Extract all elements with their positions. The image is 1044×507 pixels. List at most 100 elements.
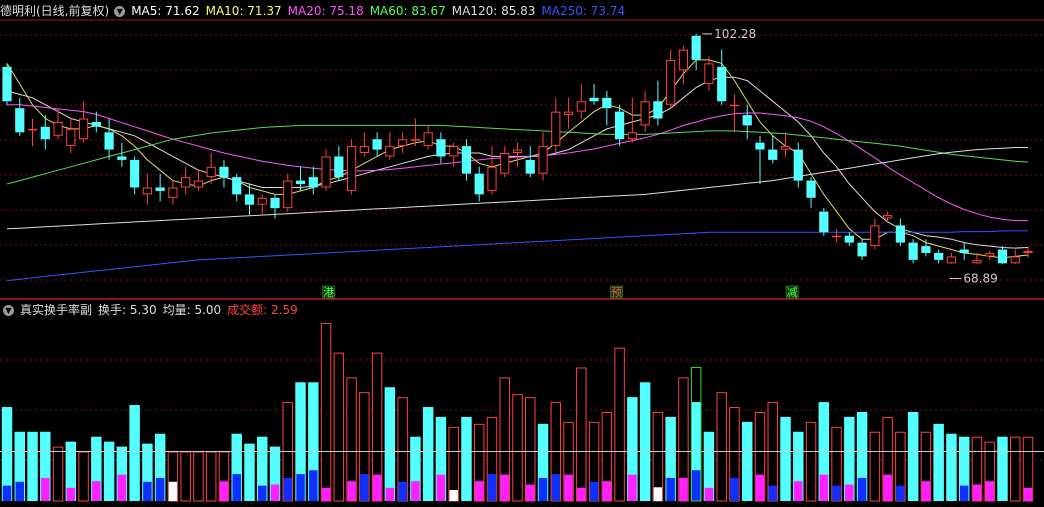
- volume-bar-27: [346, 377, 357, 502]
- volume-sub-bar: [959, 485, 969, 501]
- candle-body: [385, 146, 395, 157]
- volume-bar-body: [1010, 436, 1021, 502]
- volume-sub-bar: [66, 487, 76, 501]
- volume-sub-bar: [372, 474, 382, 501]
- volume-bar-body: [180, 451, 191, 502]
- volume-sub-bar: [385, 487, 395, 501]
- candle-24: [308, 166, 318, 195]
- volume-bar-19: [244, 443, 255, 501]
- volume-bar-0: [1, 407, 13, 501]
- candle-59: [755, 135, 765, 185]
- candle-9: [117, 142, 127, 167]
- candle-body: [525, 159, 535, 174]
- candle-body: [283, 180, 293, 209]
- candle-body: [168, 187, 178, 198]
- candle-37: [474, 166, 484, 202]
- candle-body: [576, 101, 586, 112]
- candle-body: [793, 149, 803, 181]
- ma-legend-item-1: MA10: 71.37: [205, 4, 282, 18]
- volume-bar-62: [793, 431, 804, 501]
- volume-bar-36: [461, 416, 472, 501]
- legend-menu-icon[interactable]: ▼: [114, 5, 126, 17]
- candle-body: [806, 180, 816, 198]
- candle-63: [806, 177, 816, 209]
- candle-70: [895, 218, 905, 247]
- candle-body: [946, 256, 957, 264]
- candle-body: [270, 197, 280, 209]
- ma-legend-item-0: MA5: 71.62: [131, 4, 200, 18]
- candle-body: [589, 97, 599, 102]
- volume-bar-body: [52, 446, 64, 502]
- volume-bar-38: [486, 416, 498, 502]
- candle-7: [91, 111, 101, 133]
- volume-bar-body: [780, 416, 791, 501]
- candle-body: [257, 197, 267, 205]
- candle-22: [283, 173, 293, 212]
- candle-68: [870, 218, 880, 250]
- volume-bar-53: [678, 377, 689, 502]
- candle-29: [372, 132, 382, 157]
- candle-body: [461, 146, 472, 174]
- volume-bar-body: [461, 416, 472, 501]
- candle-body: [334, 156, 344, 178]
- volume-sub-bar: [436, 474, 446, 501]
- candle-body: [193, 180, 204, 188]
- indicator-legend-item-1: 均量: 5.00: [162, 303, 222, 317]
- volume-bar-6: [78, 451, 89, 502]
- volume-bar-17: [218, 451, 230, 502]
- candle-body: [717, 66, 727, 102]
- candle-52: [666, 49, 676, 109]
- volume-panel-legend: ▼ 真实换手率副 换手: 5.30 均量: 5.00 成交额: 2.59: [0, 300, 304, 320]
- ma-legend-items: MA5: 71.62 MA10: 71.37 MA20: 75.18 MA60: 83…: [131, 1, 631, 21]
- candle-body: [997, 249, 1008, 264]
- ma-legend-item-3: MA60: 83.67: [369, 4, 446, 18]
- candle-body: [436, 139, 446, 157]
- volume-bar-24: [308, 382, 319, 501]
- candle-body: [155, 187, 165, 191]
- volume-sub-bar: [321, 487, 331, 501]
- volume-bar-body: [193, 451, 204, 502]
- candle-body: [551, 111, 561, 147]
- candle-17: [219, 159, 229, 188]
- candle-body: [15, 108, 25, 133]
- volume-bar-28: [359, 392, 370, 502]
- candle-30: [385, 132, 395, 160]
- volume-bar-body: [422, 407, 434, 501]
- candle-body: [819, 211, 829, 233]
- candle-body: [959, 249, 969, 253]
- event-marker-label: 预: [611, 286, 622, 299]
- volume-bar-76: [971, 436, 983, 502]
- volume-bar-50: [639, 382, 651, 501]
- candle-66: [844, 232, 854, 247]
- indicator-menu-icon[interactable]: ▼: [3, 304, 14, 316]
- candle-body: [359, 146, 369, 154]
- candle-body: [219, 166, 229, 178]
- volume-bar-68: [869, 431, 881, 502]
- candle-body: [768, 149, 778, 160]
- candle-46: [589, 84, 599, 105]
- volume-bar-body: [946, 433, 957, 501]
- candle-body: [487, 166, 497, 191]
- volume-sub-bar: [666, 477, 675, 501]
- volume-sub-bar: [691, 470, 701, 501]
- candle-body: [729, 104, 740, 107]
- chart-canvas[interactable]: 102.28 68.89 港 预 减: [0, 0, 1044, 507]
- candle-body: [449, 146, 459, 157]
- candle-65: [831, 228, 842, 243]
- volume-bar-30: [384, 387, 396, 501]
- volume-bar-11: [142, 443, 153, 501]
- volume-bar-2: [27, 431, 38, 501]
- candle-5: [66, 118, 76, 153]
- candle-74: [946, 252, 957, 265]
- candle-body: [1010, 256, 1020, 264]
- volume-bar-51: [652, 411, 664, 502]
- volume-bar-20: [257, 436, 268, 501]
- volume-bar-body: [639, 382, 651, 501]
- volume-bar-63: [805, 421, 817, 502]
- candle-73: [934, 249, 944, 264]
- candle-31: [398, 132, 408, 153]
- volume-bar-49: [627, 397, 638, 501]
- volume-bar-15: [193, 451, 204, 502]
- volume-bar-37: [473, 423, 485, 502]
- volume-bar-body: [78, 451, 89, 502]
